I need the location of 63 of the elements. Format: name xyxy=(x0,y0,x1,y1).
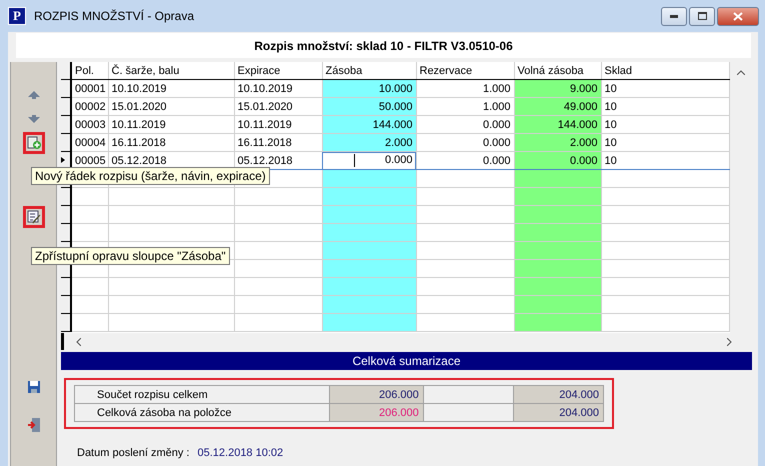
edit-column-button[interactable] xyxy=(22,206,44,228)
table-cell: 49.000 xyxy=(514,98,601,116)
summary-value: 204.000 xyxy=(513,386,604,404)
last-change-value: 05.12.2018 10:02 xyxy=(198,447,284,459)
summary-title: Celková sumarizace xyxy=(61,352,752,370)
tooltip: Zpřístupní opravu sloupce "Zásoba" xyxy=(31,247,230,265)
table-cell: 10 xyxy=(601,98,729,116)
table-cell: 2.000 xyxy=(514,134,601,152)
table-cell: 15.01.2020 xyxy=(234,98,322,116)
maximize-button[interactable] xyxy=(689,6,715,26)
summary-label: Součet rozpisu celkem xyxy=(74,386,330,404)
table-cell: 10 xyxy=(601,80,729,98)
table-cell: 0.000 xyxy=(416,134,514,152)
close-button[interactable] xyxy=(717,6,759,26)
last-change-label: Datum poslení změny : xyxy=(77,447,190,459)
table-cell: 16.11.2018 xyxy=(108,134,234,152)
maximize-icon xyxy=(698,12,706,20)
form-header: Rozpis množství: sklad 10 - FILTR V3.0510-06 xyxy=(16,33,751,58)
table-cell: 0.000 xyxy=(514,152,601,170)
table-cell: 10.000 xyxy=(322,80,416,98)
table-cell: 00001 xyxy=(71,80,108,98)
table-cell: 0.000 xyxy=(416,116,514,134)
minimize-button[interactable] xyxy=(661,6,687,26)
table-cell: 15.01.2020 xyxy=(108,98,234,116)
exit-door-icon xyxy=(26,417,40,433)
app-logo: P xyxy=(8,7,26,25)
window-title: ROZPIS MNOŽSTVÍ - Oprava xyxy=(34,9,196,23)
table-cell: 16.11.2018 xyxy=(234,134,322,152)
table-cell: 00002 xyxy=(71,98,108,116)
table-cell: 144.000 xyxy=(322,116,416,134)
tooltip: Nový řádek rozpisu (šarže, návin, expirace) xyxy=(31,167,270,185)
table-cell: 00004 xyxy=(71,134,108,152)
summary-value: 206.000 xyxy=(330,404,424,422)
summary-value: 204.000 xyxy=(513,404,604,422)
table-cell: 00003 xyxy=(71,116,108,134)
save-icon xyxy=(26,380,40,394)
close-icon xyxy=(733,12,743,20)
table-cell: 2.000 xyxy=(322,134,416,152)
scroll-left-icon[interactable] xyxy=(76,338,81,346)
scroll-right-icon[interactable] xyxy=(727,338,732,346)
edit-list-icon xyxy=(26,210,40,224)
table-cell: 10.10.2019 xyxy=(234,80,322,98)
minimize-icon xyxy=(670,14,678,18)
table-cell: 0.000 xyxy=(416,152,514,170)
summary-value: 206.000 xyxy=(330,386,424,404)
input-field[interactable]: 0.000 xyxy=(322,152,416,170)
arrow-down-icon xyxy=(28,115,40,123)
table-cell: 10.10.2019 xyxy=(108,80,234,98)
table-cell: 10 xyxy=(601,134,729,152)
table-cell: 50.000 xyxy=(322,98,416,116)
table-cell: 144.000 xyxy=(514,116,601,134)
table-cell: 1.000 xyxy=(416,80,514,98)
table-cell: 10.11.2019 xyxy=(108,116,234,134)
table-cell: 9.000 xyxy=(514,80,601,98)
summary-label: Celková zásoba na položce xyxy=(74,404,330,422)
table-cell: 10 xyxy=(601,152,729,170)
table-cell: 10 xyxy=(601,116,729,134)
add-row-button[interactable] xyxy=(22,132,44,154)
table-cell: 1.000 xyxy=(416,98,514,116)
table-cell: 10.11.2019 xyxy=(234,116,322,134)
add-row-icon xyxy=(26,136,40,150)
arrow-up-icon xyxy=(28,91,40,99)
scroll-up-icon[interactable] xyxy=(737,70,745,75)
